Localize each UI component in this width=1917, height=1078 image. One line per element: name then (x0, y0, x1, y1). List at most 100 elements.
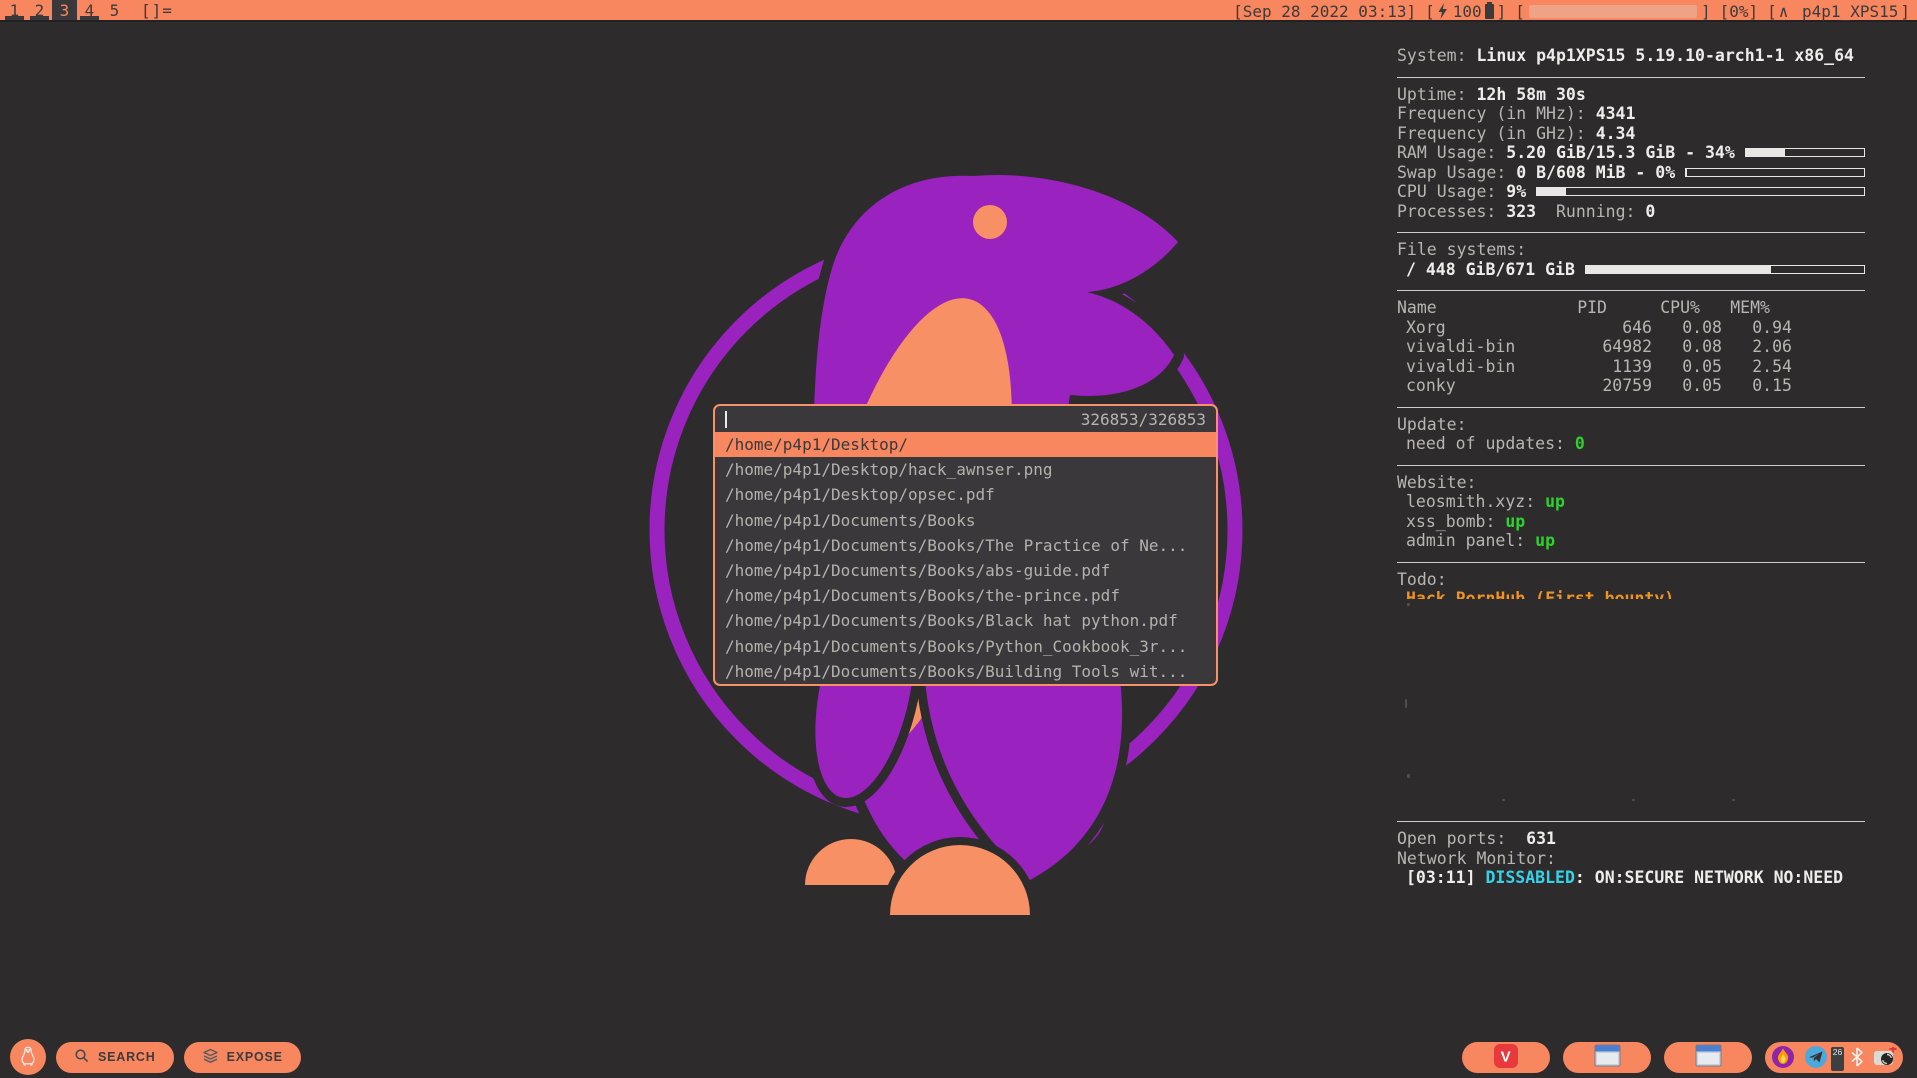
finder-item[interactable]: /home/p4p1/Documents/Books/The Practice … (715, 533, 1216, 558)
penguin-right-foot (890, 845, 1030, 915)
workspace-tag[interactable]: 1 (2, 0, 27, 20)
vivaldi-button[interactable]: V (1462, 1042, 1550, 1073)
process-pid: 20759 (1557, 376, 1652, 396)
process-mem: 2.54 (1722, 357, 1792, 377)
process-mem: 2.06 (1722, 337, 1792, 357)
update-title: Update: (1397, 415, 1865, 435)
network-monitor-title: Network Monitor: (1397, 849, 1865, 869)
conky-meter-row: RAM Usage: 5.20 GiB/15.3 GiB - 34% (1397, 143, 1865, 163)
conky-info-rows: Uptime: 12h 58m 30s Frequency (in MHz): … (1397, 85, 1865, 144)
app-launcher-button[interactable] (10, 1039, 46, 1075)
penguin-left-foot (805, 839, 897, 885)
window-button-1[interactable] (1563, 1042, 1651, 1073)
layout-symbol[interactable]: []= (141, 1, 173, 20)
divider (1397, 290, 1865, 291)
search-label: SEARCH (98, 1050, 156, 1064)
workspace-tag[interactable]: 4 (77, 0, 102, 20)
process-table: NamePIDCPU%MEM% (1397, 298, 1865, 318)
telegram-tray-icon[interactable]: 26 (1804, 1045, 1841, 1069)
vivaldi-icon: V (1493, 1043, 1519, 1072)
dock: SEARCH EXPOSE V 26 (0, 1036, 1917, 1078)
workspace-tag[interactable]: 5 (102, 0, 127, 20)
finder-window: 326853/326853 /home/p4p1/Desktop/ /home/… (713, 404, 1218, 686)
workspace-tag[interactable]: 2 (27, 0, 52, 20)
finder-item[interactable]: /home/p4p1/Documents/Books/the-prince.pd… (715, 583, 1216, 608)
search-icon (74, 1048, 90, 1067)
process-cpu: 0.08 (1652, 337, 1722, 357)
process-name: vivaldi-bin (1397, 337, 1557, 357)
battery-icon (1485, 4, 1494, 19)
status-datetime: [Sep 28 2022 03:13] (1233, 2, 1416, 21)
process-cpu: 0.05 (1652, 357, 1722, 377)
search-button[interactable]: SEARCH (56, 1042, 174, 1073)
workspace-tag[interactable]: 3 (52, 0, 77, 20)
status-volume: [0%] (1720, 2, 1759, 21)
website-rows: leosmith.xyz: up xss_bomb: up admin pane… (1397, 492, 1865, 551)
conky-system-line: System: Linux p4p1XPS15 5.19.10-arch1-1 … (1397, 46, 1865, 66)
website-title: Website: (1397, 473, 1865, 493)
text-cursor (725, 411, 727, 428)
finder-item[interactable]: /home/p4p1/Documents/Books (715, 508, 1216, 533)
conky-info-row: Frequency (in GHz): 4.34 (1397, 124, 1865, 144)
conky-meters: RAM Usage: 5.20 GiB/15.3 GiB - 34% Swap … (1397, 143, 1865, 202)
flameshot-tray-icon[interactable] (1771, 1045, 1795, 1069)
divider (1397, 821, 1865, 822)
process-pid: 646 (1557, 318, 1652, 338)
finder-item[interactable]: /home/p4p1/Desktop/hack_awnser.png (715, 457, 1216, 482)
window-icon (1695, 1044, 1722, 1070)
telegram-badge: 26 (1831, 1047, 1844, 1071)
divider (1397, 465, 1865, 466)
todo-title: Todo: (1397, 570, 1865, 590)
top-status-bar: 1 2 3 4 5 []= [Sep 28 2022 03:13] [100] … (0, 0, 1917, 22)
window-button-2[interactable] (1664, 1042, 1752, 1073)
desktop: 1 2 3 4 5 []= [Sep 28 2022 03:13] [100] … (0, 0, 1917, 1078)
svg-text:V: V (1501, 1048, 1512, 1065)
divider (1397, 232, 1865, 233)
finder-list: /home/p4p1/Desktop/hack_awnser.png /home… (715, 457, 1216, 684)
website-status-row: admin panel: up (1397, 531, 1865, 551)
finder-item[interactable]: /home/p4p1/Desktop/opsec.pdf (715, 482, 1216, 507)
penguin-eye (973, 205, 1007, 239)
workspace-tags: 1 2 3 4 5 (2, 0, 127, 20)
dock-left: SEARCH EXPOSE (10, 1039, 301, 1075)
finder-input[interactable]: 326853/326853 (715, 406, 1216, 432)
website-status-row: leosmith.xyz: up (1397, 492, 1865, 512)
finder-item[interactable]: /home/p4p1/Documents/Books/Black hat pyt… (715, 608, 1216, 633)
dock-right: V 26 (1462, 1042, 1903, 1073)
expose-button[interactable]: EXPOSE (184, 1042, 301, 1073)
divider (1397, 77, 1865, 78)
process-mem: 0.15 (1722, 376, 1792, 396)
layers-icon (202, 1047, 219, 1067)
conky-meter-row: Swap Usage: 0 B/608 MiB - 0% (1397, 163, 1865, 183)
status-brightness-bar: [] (1515, 2, 1710, 21)
screenshot-tray-icon[interactable] (1873, 1047, 1897, 1067)
process-rows: Xorg6460.080.94 vivaldi-bin649820.082.06… (1397, 318, 1865, 396)
process-pid: 1139 (1557, 357, 1652, 377)
status-battery: [100] (1425, 2, 1506, 21)
system-tray: 26 (1765, 1042, 1903, 1073)
network-monitor-line: [03:11] DISSABLED: ON:SECURE NETWORK NO:… (1397, 868, 1865, 888)
bluetooth-tray-icon[interactable] (1850, 1046, 1864, 1068)
todo-item-redacted: Hack PornHub (First bounty) (1397, 589, 1865, 599)
window-icon (1594, 1044, 1621, 1070)
status-host: [∧ p4p1_XPS15] (1767, 2, 1910, 21)
statusbar: [Sep 28 2022 03:13] [100] [] [0%] [∧ p4p… (1233, 0, 1910, 22)
tux-penguin-icon (17, 1045, 39, 1070)
filesystem-meter: / 448 GiB/671 GiB (1397, 260, 1865, 280)
process-mem: 0.94 (1722, 318, 1792, 338)
process-pid: 64982 (1557, 337, 1652, 357)
process-name: Xorg (1397, 318, 1557, 338)
process-name: vivaldi-bin (1397, 357, 1557, 377)
process-cpu: 0.05 (1652, 376, 1722, 396)
filesystems-title: File systems: (1397, 240, 1865, 260)
finder-item[interactable]: /home/p4p1/Documents/Books/Building Tool… (715, 659, 1216, 684)
conky-info-row: Uptime: 12h 58m 30s (1397, 85, 1865, 105)
divider (1397, 562, 1865, 563)
finder-item[interactable]: /home/p4p1/Documents/Books/abs-guide.pdf (715, 558, 1216, 583)
process-name: conky (1397, 376, 1557, 396)
open-ports-line: Open ports: 631 (1397, 829, 1865, 849)
power-plug-icon (1437, 3, 1448, 19)
finder-item-selected[interactable]: /home/p4p1/Desktop/ (715, 432, 1216, 457)
finder-item[interactable]: /home/p4p1/Documents/Books/Python_Cookbo… (715, 634, 1216, 659)
finder-match-count: 326853/326853 (1081, 410, 1206, 429)
